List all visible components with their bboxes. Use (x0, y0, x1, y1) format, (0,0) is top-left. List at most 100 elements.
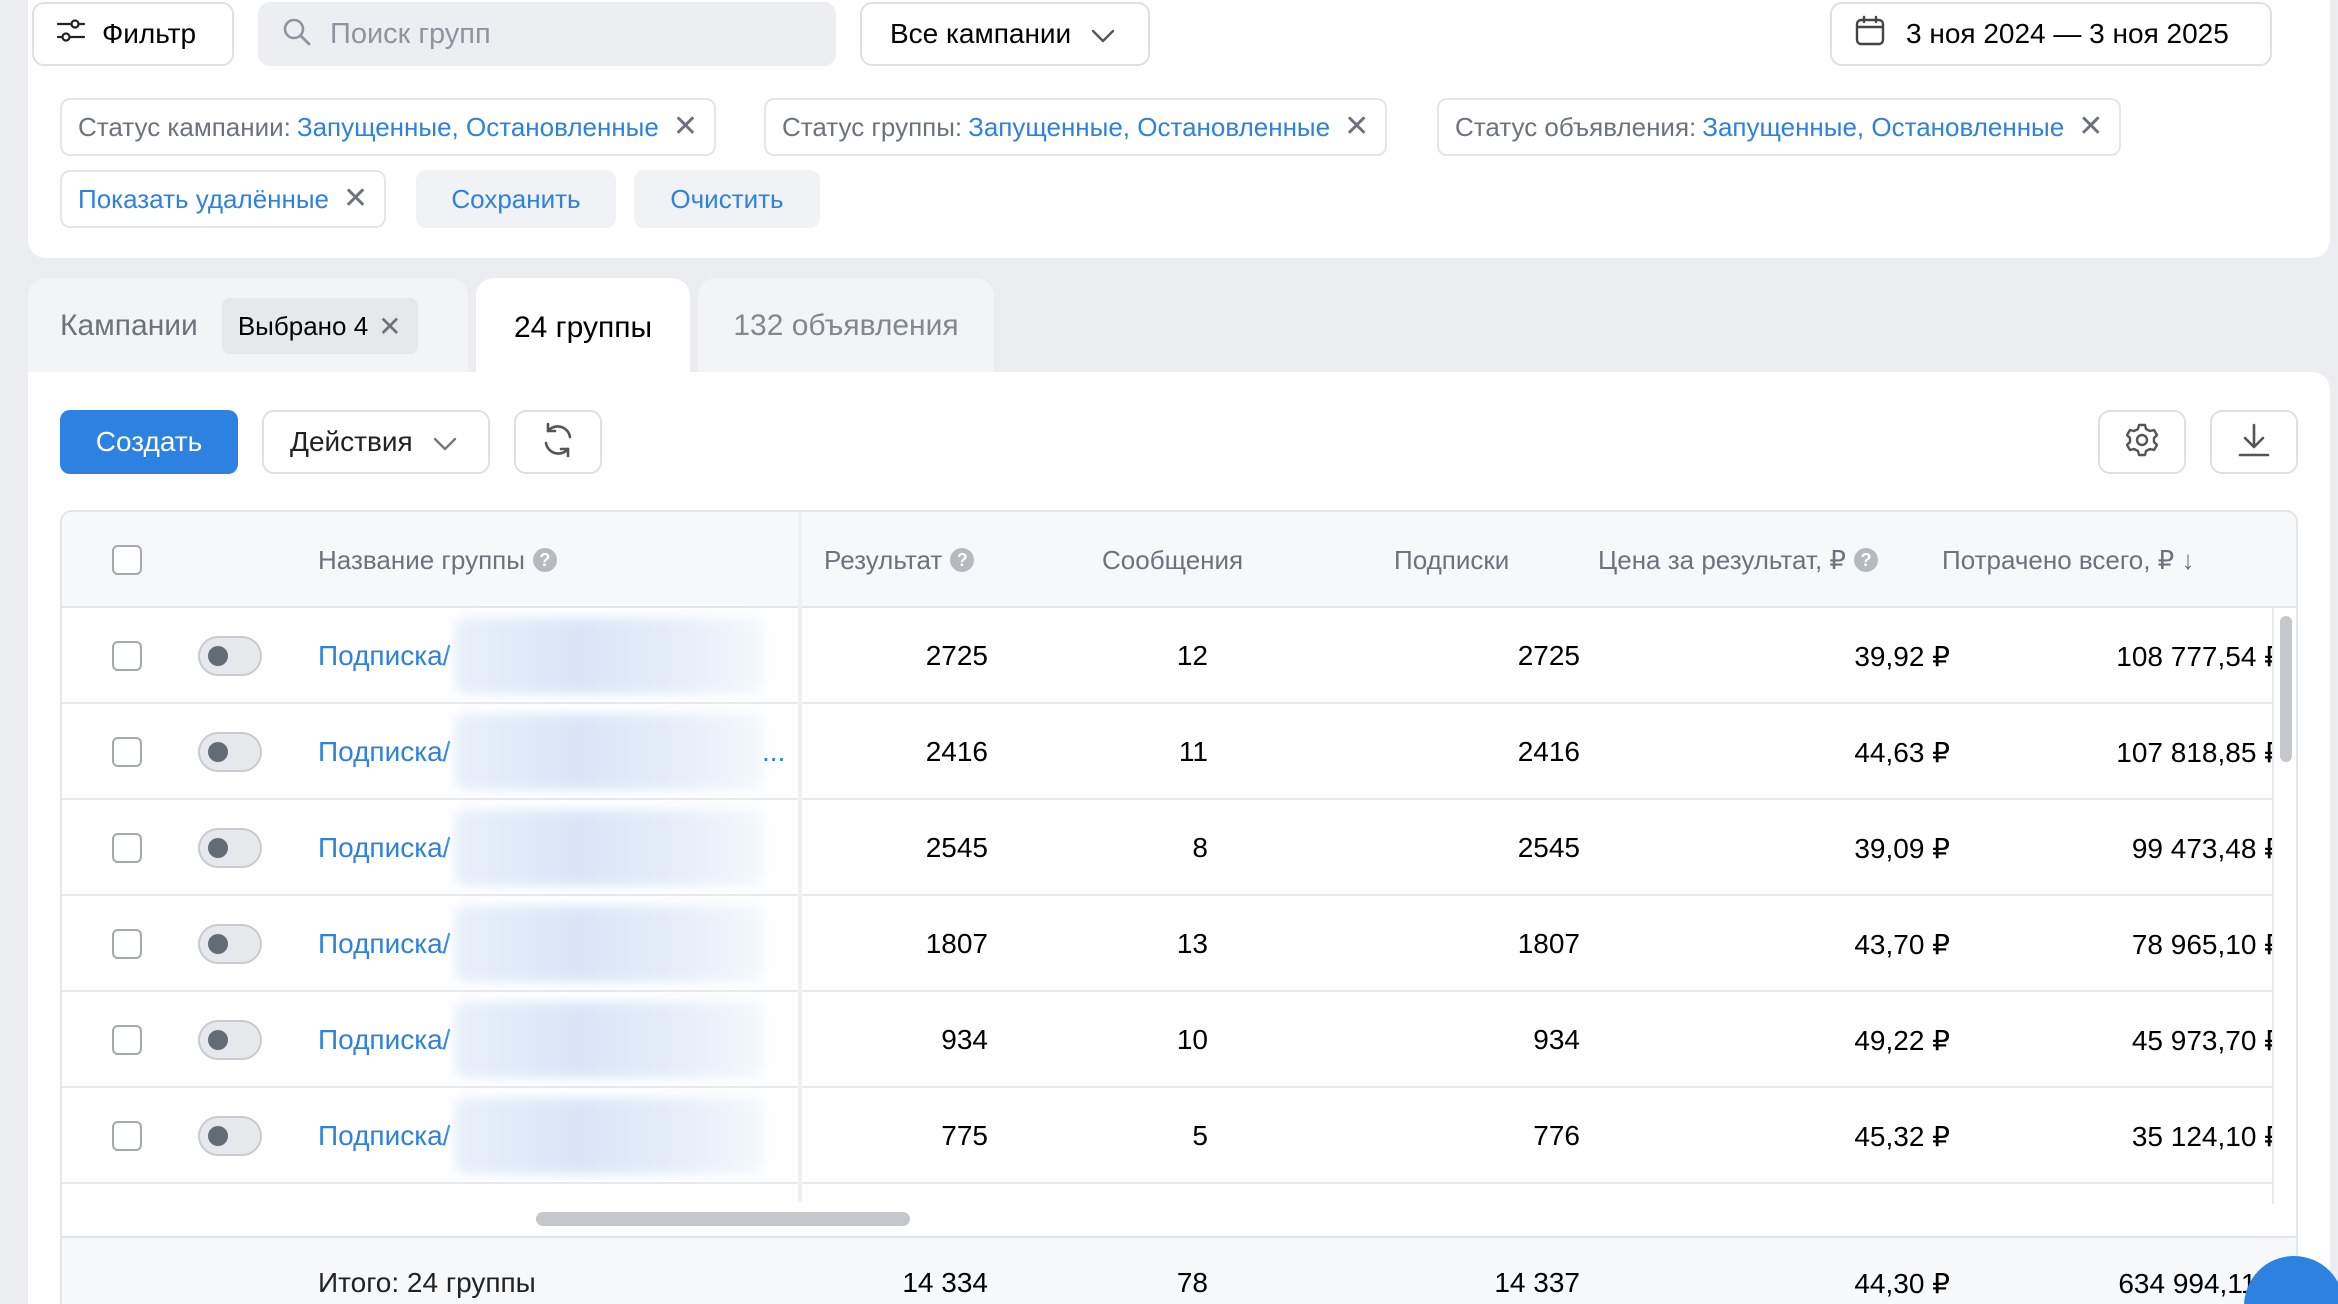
total-price: 44,30 ₽ (1854, 1267, 1950, 1299)
row-checkbox[interactable] (112, 929, 142, 959)
cell-spent: 99 473,48 ₽ (2131, 832, 2282, 864)
header-price[interactable]: Цена за результат, ₽ ? (1598, 512, 1878, 608)
search-field[interactable] (258, 2, 836, 66)
actions-dropdown[interactable]: Действия (262, 410, 490, 474)
header-messages[interactable]: Сообщения (1102, 512, 1243, 608)
row-checkbox[interactable] (112, 833, 142, 863)
group-name-link[interactable]: Подписка/ (318, 992, 450, 1088)
clear-filters-button[interactable]: Очистить (634, 170, 820, 228)
close-icon[interactable]: ✕ (2078, 112, 2103, 142)
group-name-link[interactable]: Подписка/ (318, 1088, 450, 1184)
tab-campaigns-label: Кампании (60, 309, 198, 342)
total-result: 14 334 (902, 1267, 988, 1298)
chip-show-deleted[interactable]: Показать удалённые ✕ (60, 170, 387, 228)
cell-price: 45,32 ₽ (1854, 1120, 1950, 1152)
chip-value: Запущенные, Остановленные (1702, 111, 2065, 142)
table-row[interactable]: Подписка/ ... 2416 11 2416 44,63 ₽ 107 8… (62, 704, 2282, 800)
cell-spent: 108 777,54 ₽ (2116, 640, 2282, 672)
cell-messages: 12 (1176, 640, 1208, 671)
cell-messages: 8 (1192, 832, 1208, 863)
gear-icon (2124, 422, 2160, 463)
campaign-select-value: Все кампании (890, 18, 1072, 49)
refresh-icon (539, 421, 577, 464)
chip-ad-status[interactable]: Статус объявления: Запущенные, Остановле… (1437, 98, 2122, 156)
header-subscriptions[interactable]: Подписки (1394, 512, 1509, 608)
status-toggle[interactable] (198, 1116, 262, 1156)
table-header: Название группы ? Результат ? Сообщения … (62, 512, 2296, 608)
selected-count: Выбрано 4 (237, 310, 369, 341)
status-toggle[interactable] (198, 828, 262, 868)
create-button[interactable]: Создать (60, 410, 238, 474)
row-checkbox[interactable] (112, 1025, 142, 1055)
date-range-picker[interactable]: 3 ноя 2024 — 3 ноя 2025 (1830, 2, 2272, 66)
table-row[interactable]: Подписка/ 2725 12 2725 39,92 ₽ 108 777,5… (62, 608, 2282, 704)
cell-spent: 45 973,70 ₽ (2131, 1024, 2282, 1056)
calendar-icon (1854, 15, 1886, 54)
row-checkbox[interactable] (112, 641, 142, 671)
cell-messages: 10 (1176, 1024, 1208, 1055)
row-checkbox[interactable] (112, 1121, 142, 1151)
table-row[interactable]: Подписка/ 1807 13 1807 43,70 ₽ 78 965,10… (62, 896, 2282, 992)
status-toggle[interactable] (198, 636, 262, 676)
row-checkbox[interactable] (112, 737, 142, 767)
header-spent[interactable]: Потрачено всего, ₽ ↓ (1942, 512, 2194, 608)
tab-campaigns[interactable]: Кампании Выбрано 4 ✕ (28, 278, 468, 374)
cell-messages: 5 (1192, 1120, 1208, 1151)
vertical-scroll-thumb[interactable] (2280, 616, 2292, 762)
chip-label: Статус объявления: (1455, 111, 1697, 142)
help-icon[interactable]: ? (1853, 548, 1878, 572)
tab-groups[interactable]: 24 группы (476, 278, 690, 378)
sliders-icon (56, 18, 86, 51)
status-toggle[interactable] (198, 1020, 262, 1060)
help-icon[interactable]: ? (532, 548, 557, 572)
group-name-link[interactable]: Подписка/ (318, 896, 450, 992)
save-filters-button[interactable]: Сохранить (416, 170, 616, 228)
cell-result: 2545 (925, 832, 988, 863)
campaign-select[interactable]: Все кампании (860, 2, 1150, 66)
close-icon[interactable]: ✕ (378, 310, 401, 343)
tab-ads[interactable]: 132 объявления (698, 278, 994, 374)
refresh-button[interactable] (514, 410, 602, 474)
cell-subscriptions: 2725 (1517, 640, 1580, 671)
close-icon[interactable]: ✕ (1344, 112, 1369, 142)
download-button[interactable] (2210, 410, 2298, 474)
select-all-checkbox[interactable] (112, 545, 142, 575)
close-icon[interactable]: ✕ (673, 112, 698, 142)
cell-subscriptions: 934 (1533, 1024, 1580, 1055)
filter-label: Фильтр (102, 18, 197, 49)
cell-price: 44,63 ₽ (1854, 736, 1950, 768)
header-name[interactable]: Название группы ? (318, 512, 557, 608)
close-icon[interactable]: ✕ (343, 184, 368, 214)
cell-price: 39,92 ₽ (1854, 640, 1950, 672)
totals-row: Итого: 24 группы 14 334 78 14 337 44,30 … (62, 1238, 2296, 1304)
cell-result: 934 (941, 1024, 988, 1055)
total-messages: 78 (1176, 1267, 1208, 1298)
chip-campaign-status[interactable]: Статус кампании: Запущенные, Остановленн… (60, 98, 716, 156)
total-spent: 634 994,11 ₽ (2118, 1267, 2282, 1299)
header-result[interactable]: Результат ? (824, 512, 975, 608)
group-name-link[interactable]: Подписка/ (318, 608, 450, 704)
settings-button[interactable] (2098, 410, 2186, 474)
search-input[interactable] (330, 17, 810, 51)
chip-group-status[interactable]: Статус группы: Запущенные, Остановленные… (764, 98, 1388, 156)
cell-messages: 11 (1178, 736, 1208, 767)
help-icon[interactable]: ? (950, 548, 975, 572)
chip-label: Статус кампании: (78, 111, 291, 142)
table-row[interactable]: Подписка/ 2545 8 2545 39,09 ₽ 99 473,48 … (62, 800, 2282, 896)
group-name-link[interactable]: Подписка/ (318, 800, 450, 896)
cell-spent: 78 965,10 ₽ (2131, 928, 2282, 960)
cell-subscriptions: 2545 (1517, 832, 1580, 863)
table-row[interactable]: Подписка/ 934 10 934 49,22 ₽ 45 973,70 ₽ (62, 992, 2282, 1088)
total-subscriptions: 14 337 (1494, 1267, 1580, 1298)
horizontal-scroll-thumb[interactable] (536, 1212, 910, 1226)
filter-button[interactable]: Фильтр (32, 2, 234, 66)
table-row[interactable]: Подписка/ 775 5 776 45,32 ₽ 35 124,10 ₽ (62, 1088, 2282, 1184)
download-icon (2237, 422, 2271, 463)
group-name-link[interactable]: Подписка/ (318, 704, 450, 800)
groups-table: Название группы ? Результат ? Сообщения … (60, 510, 2298, 1304)
cell-subscriptions: 2416 (1517, 736, 1580, 767)
cell-price: 39,09 ₽ (1854, 832, 1950, 864)
status-toggle[interactable] (198, 924, 262, 964)
status-toggle[interactable] (198, 732, 262, 772)
selected-badge: Выбрано 4 ✕ (221, 298, 418, 354)
